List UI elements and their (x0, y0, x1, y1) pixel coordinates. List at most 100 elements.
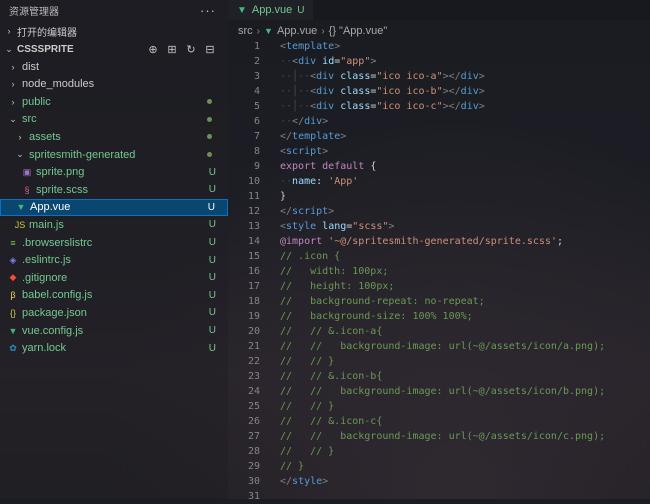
tree-item[interactable]: ⌄ src (0, 111, 228, 128)
tree-item[interactable]: ◈ .eslintrc.js U (0, 252, 228, 269)
tree-item[interactable]: › dist (0, 58, 228, 75)
tree-item[interactable]: JS main.js U (0, 216, 228, 233)
line-content: </style> (280, 476, 329, 487)
new-folder-icon[interactable]: ⊞ (166, 43, 178, 56)
git-status-badge: U (208, 166, 216, 178)
line-content: // // background-image: url(~@/assets/ic… (280, 386, 606, 397)
code-line: 31 (228, 489, 650, 504)
git-status-badge: U (208, 289, 216, 301)
code-editor[interactable]: 1 <template> 2 ··<div id="app"> 3 ··│··<div c… (228, 39, 650, 504)
folder-closed-icon: › (11, 96, 15, 107)
line-number: 1 (253, 41, 260, 52)
tree-item-label: node_modules (22, 78, 95, 91)
code-line: 6 ··</div> (228, 114, 650, 129)
code-line: 13 <style lang="scss"> (228, 219, 650, 234)
line-content: // } (280, 461, 305, 472)
git-status-badge: U (207, 201, 215, 213)
line-content: // // &.icon-b{ (280, 371, 383, 382)
git-icon: ◆ (9, 272, 17, 283)
git-status-badge: U (208, 272, 216, 284)
line-number: 26 (247, 416, 260, 427)
tab-bar: ▼ App.vue U (228, 0, 650, 20)
line-content: // background-size: 100% 100%; (280, 311, 473, 322)
tree-item[interactable]: ▼ vue.config.js U (0, 322, 228, 339)
list-icon: ≡ (10, 237, 16, 248)
tree-item[interactable]: β babel.config.js U (0, 287, 228, 304)
explorer-title: 资源管理器 (9, 6, 59, 18)
tree-item-label: .eslintrc.js (22, 254, 71, 267)
code-line: 16 // width: 100px; (228, 264, 650, 279)
tree-item[interactable]: ✿ yarn.lock U (0, 340, 228, 357)
refresh-icon[interactable]: ↻ (185, 43, 197, 56)
git-status-badge: U (208, 237, 216, 248)
folder-closed-icon: › (11, 79, 15, 90)
line-content: // // } (280, 356, 335, 367)
line-number: 17 (247, 281, 260, 292)
tree-item[interactable]: › node_modules (0, 76, 228, 93)
code-line: 30 </style> (228, 474, 650, 489)
tree-item[interactable]: {} package.json U (0, 304, 228, 321)
vue-file-icon: ▼ (264, 26, 273, 36)
json-icon: {} (9, 307, 16, 318)
vue-icon: ▼ (16, 202, 26, 213)
tree-item-label: sprite.png (36, 166, 85, 179)
new-file-icon[interactable]: ⊕ (147, 43, 159, 56)
modified-dot-icon (207, 116, 212, 122)
modified-dot-icon (207, 152, 212, 157)
tree-item-label: spritesmith-generated (29, 148, 136, 161)
breadcrumb-src[interactable]: src (238, 25, 253, 37)
explorer-sidebar: 资源管理器 ··· › 打开的编辑器 ⌄ CSSSPRITE ⊕ ⊞ ↻ ⊟ ›… (0, 0, 228, 499)
line-number: 5 (253, 101, 260, 112)
line-content: // background-repeat: no-repeat; (280, 296, 485, 307)
yarn-icon: ✿ (9, 342, 17, 353)
image-icon: ▣ (22, 166, 32, 177)
breadcrumb-file[interactable]: App.vue (277, 25, 317, 37)
code-line: 7 </template> (228, 129, 650, 144)
line-content: // .icon { (280, 251, 341, 262)
line-content: @import '~@/spritesmith-generated/sprite… (280, 236, 563, 247)
tree-item[interactable]: › assets (0, 128, 228, 145)
open-editors-section[interactable]: › 打开的编辑器 (0, 22, 228, 40)
line-number: 25 (247, 401, 260, 412)
project-section[interactable]: ⌄ CSSSPRITE ⊕ ⊞ ↻ ⊟ (0, 40, 228, 58)
code-line: 15 // .icon { (228, 249, 650, 264)
line-content: </script> (280, 206, 335, 217)
tab-app-vue[interactable]: ▼ App.vue U (228, 0, 313, 20)
code-line: 4 ··│··<div class="ico ico-b"></div> (228, 84, 650, 99)
more-actions-icon[interactable]: ··· (200, 3, 228, 18)
line-number: 30 (247, 476, 260, 487)
breadcrumb-symbol[interactable]: {} "App.vue" (329, 25, 388, 37)
line-content: // // background-image: url(~@/assets/ic… (280, 341, 606, 352)
line-content: ··│··<div class="ico ico-a"></div> (280, 71, 485, 82)
code-line: 18 // background-repeat: no-repeat; (228, 294, 650, 309)
chevron-down-icon: ⌄ (5, 43, 13, 54)
code-line: 19 // background-size: 100% 100%; (228, 309, 650, 324)
line-content: ··│··<div class="ico ico-b"></div> (280, 86, 485, 97)
scss-icon: § (24, 184, 30, 195)
collapse-all-icon[interactable]: ⊟ (204, 43, 216, 56)
tree-item[interactable]: ◆ .gitignore U (0, 269, 228, 286)
folder-open-icon: ⌄ (9, 113, 17, 124)
tab-status-badge: U (297, 4, 305, 16)
code-line: 25 // // } (228, 399, 650, 414)
line-content: // height: 100px; (280, 281, 395, 292)
code-line: 11} (228, 189, 650, 204)
tree-item[interactable]: ⌄ spritesmith-generated (0, 146, 228, 163)
chevron-right-icon: › (321, 25, 325, 37)
code-line: 12 </script> (228, 204, 650, 219)
line-number: 19 (247, 311, 260, 322)
git-status-badge: U (208, 325, 216, 336)
line-content: // // } (280, 446, 335, 457)
line-number: 16 (247, 266, 260, 277)
code-line: 27 // // background-image: url(~@/assets/… (228, 429, 650, 444)
line-number: 4 (253, 86, 260, 97)
tree-item[interactable]: ▣ sprite.png U (0, 164, 228, 181)
folder-open-icon: ⌄ (16, 149, 24, 159)
tree-item[interactable]: § sprite.scss U (0, 181, 228, 198)
tree-item[interactable]: ▼ App.vue U (0, 198, 228, 216)
line-content: <template> (280, 41, 341, 52)
line-number: 29 (247, 461, 260, 472)
tree-item[interactable]: › public (0, 93, 228, 110)
tree-item[interactable]: ≡ .browserslistrc U (0, 234, 228, 251)
code-line: 17 // height: 100px; (228, 279, 650, 294)
